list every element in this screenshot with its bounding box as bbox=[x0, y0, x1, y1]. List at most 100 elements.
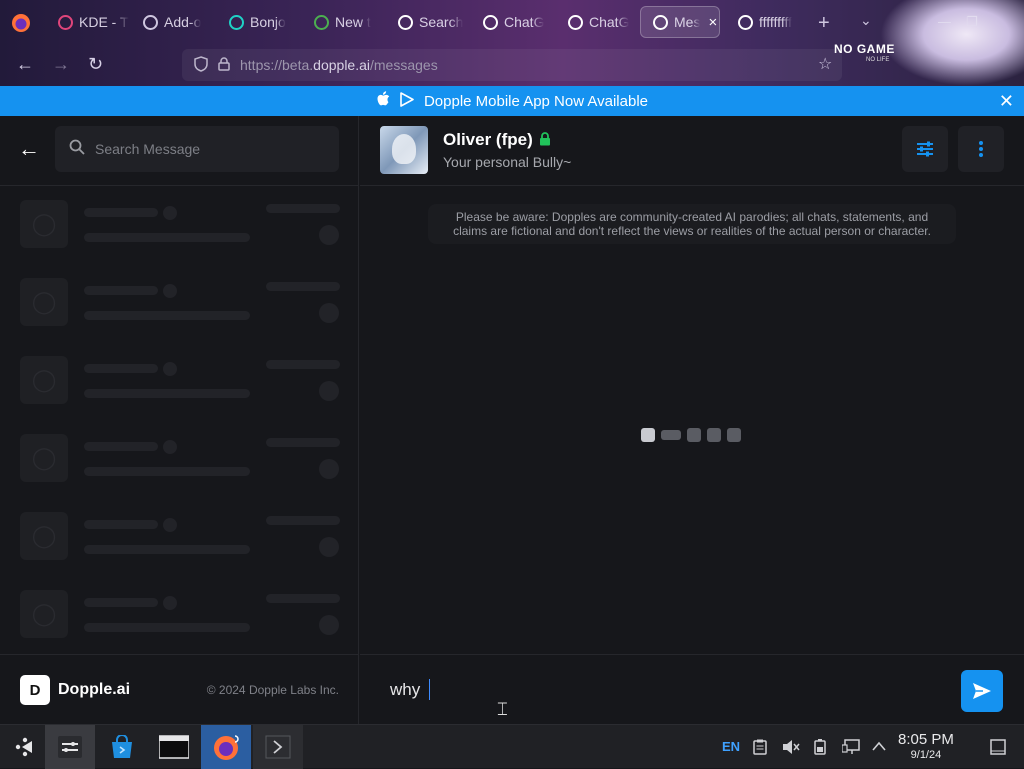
maximize-icon[interactable]: ❐ bbox=[966, 14, 978, 30]
placeholder-dot bbox=[319, 381, 339, 401]
dopple-icon bbox=[653, 14, 668, 30]
placeholder-dot bbox=[319, 537, 339, 557]
loader-dot bbox=[687, 428, 701, 442]
minimize-icon[interactable]: — bbox=[938, 14, 951, 29]
browser-tab[interactable]: New t bbox=[302, 6, 386, 38]
character-subtitle: Your personal Bully~ bbox=[443, 154, 572, 170]
disclaimer-notice: Please be aware: Dopples are community-c… bbox=[428, 204, 956, 244]
loading-indicator bbox=[641, 428, 741, 442]
search-box[interactable] bbox=[55, 126, 339, 172]
loader-dot bbox=[707, 428, 721, 442]
clock-time: 8:05 PM bbox=[898, 731, 954, 748]
nav-bar: ← → ↻ https://beta.dopple.ai/messages ☆ bbox=[0, 44, 1024, 86]
placeholder-line bbox=[84, 208, 158, 217]
back-arrow-icon[interactable]: ← bbox=[18, 136, 40, 162]
keyboard-layout[interactable]: EN bbox=[722, 739, 740, 754]
dopple-logo[interactable]: D Dopple.ai bbox=[20, 675, 130, 705]
placeholder-dot bbox=[319, 225, 339, 245]
character-name-text: Oliver (fpe) bbox=[443, 130, 533, 149]
loader-dot bbox=[641, 428, 655, 442]
send-button[interactable] bbox=[961, 670, 1003, 712]
lock-icon[interactable] bbox=[218, 56, 230, 74]
network-icon[interactable] bbox=[841, 739, 860, 758]
taskbar-file-manager[interactable] bbox=[149, 725, 199, 769]
placeholder-line bbox=[84, 467, 250, 476]
loader-dot bbox=[661, 430, 681, 440]
placeholder-line bbox=[84, 286, 158, 295]
loader-dot bbox=[727, 428, 741, 442]
tab-label: ChatG bbox=[504, 14, 545, 30]
placeholder-line bbox=[84, 311, 250, 320]
browser-tab[interactable]: Search bbox=[386, 6, 470, 38]
app-banner[interactable]: Dopple Mobile App Now Available ✕ bbox=[0, 86, 1024, 116]
placeholder-avatar: ◯ bbox=[20, 200, 68, 248]
tab-label: Mes bbox=[674, 14, 701, 30]
chevron-down-icon[interactable]: ⌄ bbox=[860, 12, 872, 29]
more-options-button[interactable] bbox=[958, 126, 1004, 172]
google-icon bbox=[738, 14, 753, 30]
play-store-icon bbox=[400, 91, 414, 111]
url-bar[interactable]: https://beta.dopple.ai/messages bbox=[182, 49, 842, 81]
taskbar-firefox[interactable] bbox=[201, 725, 251, 769]
placeholder-dot bbox=[163, 206, 177, 220]
firefox-icon bbox=[214, 735, 239, 760]
placeholder-line bbox=[84, 545, 250, 554]
newtab-icon bbox=[314, 14, 329, 30]
bookmark-star-icon[interactable]: ☆ bbox=[818, 54, 832, 74]
browser-tab[interactable]: fffffffff bbox=[726, 6, 810, 38]
volume-muted-icon[interactable] bbox=[782, 739, 800, 758]
settings-sliders-button[interactable] bbox=[902, 126, 948, 172]
browser-tab[interactable]: KDE - T bbox=[46, 6, 130, 38]
avatar[interactable] bbox=[380, 126, 428, 174]
list-item: ◯ bbox=[20, 590, 340, 638]
clipboard-icon[interactable] bbox=[752, 739, 768, 758]
apple-icon bbox=[376, 91, 390, 111]
taskbar-terminal[interactable] bbox=[253, 725, 303, 769]
clock[interactable]: 8:05 PM 9/1/24 bbox=[898, 731, 954, 761]
battery-icon[interactable] bbox=[814, 739, 826, 758]
placeholder-line bbox=[84, 364, 158, 373]
url-text[interactable]: https://beta.dopple.ai/messages bbox=[240, 57, 438, 73]
firefox-menu-button[interactable] bbox=[8, 10, 34, 36]
app-launcher-button[interactable] bbox=[0, 725, 50, 769]
launcher-icon bbox=[15, 737, 32, 757]
back-arrow-icon[interactable]: ← bbox=[16, 54, 34, 75]
shield-icon[interactable] bbox=[194, 55, 208, 75]
chat-header: Oliver (fpe) Your personal Bully~ bbox=[360, 116, 1024, 186]
list-item: ◯ bbox=[20, 200, 340, 248]
browser-tab[interactable]: Add-o bbox=[131, 6, 215, 38]
character-name[interactable]: Oliver (fpe) bbox=[443, 130, 551, 150]
banner-text[interactable]: Dopple Mobile App Now Available bbox=[424, 93, 648, 110]
placeholder-line bbox=[266, 282, 340, 291]
placeholder-avatar: ◯ bbox=[20, 590, 68, 638]
search-input[interactable] bbox=[95, 141, 315, 157]
kde-icon bbox=[58, 14, 73, 30]
tab-label: fffffffff bbox=[759, 14, 792, 30]
lock-icon bbox=[539, 131, 551, 149]
list-item: ◯ bbox=[20, 356, 340, 404]
chatgpt-icon bbox=[483, 14, 498, 30]
message-input[interactable] bbox=[390, 677, 950, 703]
close-icon[interactable]: ✕ bbox=[999, 91, 1014, 112]
taskbar-system-settings[interactable] bbox=[45, 725, 95, 769]
close-tab-icon[interactable]: × bbox=[708, 14, 717, 31]
kebab-menu-icon bbox=[979, 141, 983, 157]
reload-icon[interactable]: ↻ bbox=[88, 54, 103, 75]
chevron-up-icon[interactable] bbox=[872, 739, 886, 754]
new-tab-button[interactable]: + bbox=[818, 12, 830, 35]
browser-tab[interactable]: Mes × bbox=[640, 6, 720, 38]
placeholder-dot bbox=[163, 440, 177, 454]
browser-tab[interactable]: ChatG bbox=[556, 6, 640, 38]
tab-label: Add-o bbox=[164, 14, 202, 30]
list-item: ◯ bbox=[20, 512, 340, 560]
tab-label: ChatG bbox=[589, 14, 630, 30]
forward-arrow-icon[interactable]: → bbox=[52, 54, 70, 75]
terminal-chevron-icon bbox=[265, 735, 291, 759]
search-icon bbox=[69, 139, 85, 160]
placeholder-avatar: ◯ bbox=[20, 434, 68, 482]
mouse-ibeam-cursor: ⌶ bbox=[497, 699, 508, 719]
browser-tab[interactable]: ChatG bbox=[471, 6, 555, 38]
taskbar-discover[interactable] bbox=[97, 725, 147, 769]
show-desktop-icon[interactable] bbox=[990, 739, 1006, 758]
browser-tab[interactable]: Bonjo bbox=[217, 6, 301, 38]
